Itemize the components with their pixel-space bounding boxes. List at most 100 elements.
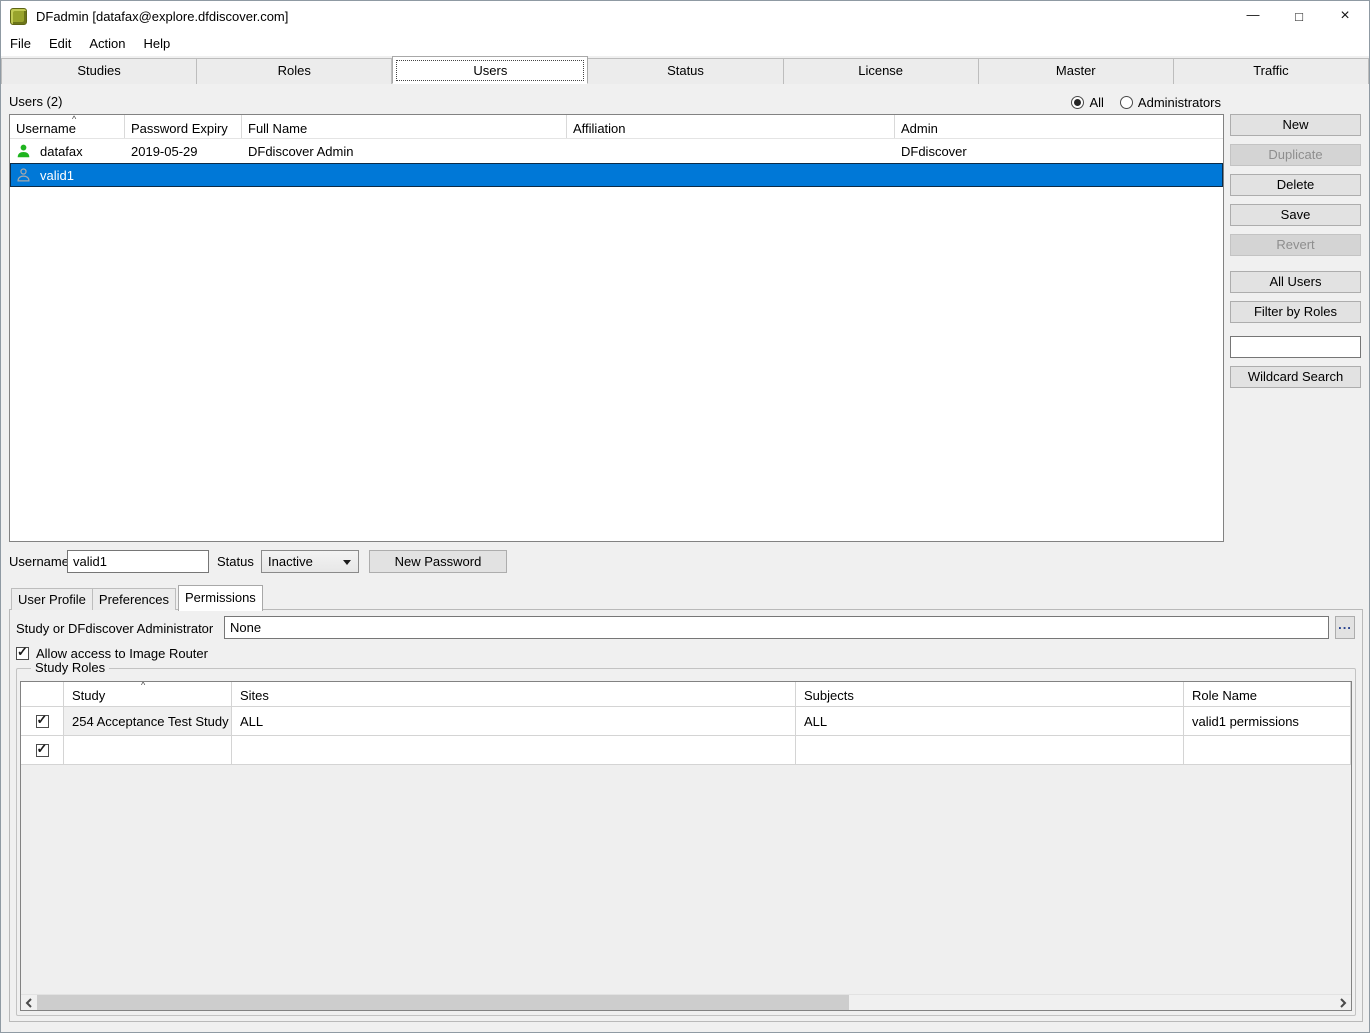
role-sites-cell[interactable] — [232, 736, 796, 765]
wildcard-search-input[interactable] — [1230, 336, 1361, 358]
cell-full-name: DFdiscover Admin — [242, 144, 567, 159]
tab-permissions[interactable]: Permissions — [178, 585, 263, 611]
scroll-right-icon[interactable] — [1335, 995, 1351, 1011]
tab-traffic[interactable]: Traffic — [1174, 58, 1369, 84]
tab-users-label: Users — [473, 63, 507, 78]
user-row-datafax[interactable]: datafax 2019-05-29 DFdiscover Admin DFdi… — [10, 139, 1223, 163]
col-header-study[interactable]: Study — [64, 682, 232, 706]
scroll-left-icon[interactable] — [21, 995, 37, 1011]
tab-studies[interactable]: Studies — [1, 58, 197, 84]
new-password-button[interactable]: New Password — [369, 550, 507, 573]
user-inactive-icon — [16, 167, 31, 183]
radio-all-label: All — [1089, 95, 1103, 110]
col-header-role-name[interactable]: Role Name — [1184, 682, 1351, 706]
study-roles-legend: Study Roles — [31, 660, 109, 675]
role-enabled-cell[interactable] — [21, 707, 64, 736]
scrollbar-thumb[interactable] — [37, 995, 849, 1011]
status-dropdown[interactable]: Inactive — [261, 550, 359, 573]
menu-file[interactable]: File — [1, 33, 40, 54]
image-router-row: Allow access to Image Router — [16, 646, 208, 661]
tab-roles[interactable]: Roles — [197, 58, 392, 84]
user-row-valid1[interactable]: valid1 — [10, 163, 1223, 187]
image-router-checkbox[interactable] — [16, 647, 29, 660]
tab-license[interactable]: License — [784, 58, 979, 84]
col-header-admin[interactable]: Admin — [895, 115, 1225, 138]
users-table: ^ Username Password Expiry Full Name Aff… — [9, 114, 1224, 542]
cell-username: valid1 — [10, 167, 125, 183]
study-roles-header: ^ Study Sites Subjects Role Name — [21, 682, 1351, 707]
username-text: valid1 — [40, 168, 74, 183]
cell-admin: DFdiscover — [895, 144, 1225, 159]
username-text: datafax — [40, 144, 83, 159]
col-header-affiliation[interactable]: Affiliation — [567, 115, 895, 138]
window-controls: — □ × — [1230, 1, 1368, 31]
radio-all-circle-icon — [1071, 96, 1084, 109]
sort-ascending-icon: ^ — [72, 115, 76, 124]
role-subjects-cell[interactable] — [796, 736, 1184, 765]
status-dropdown-value: Inactive — [268, 554, 313, 569]
new-button[interactable]: New — [1230, 114, 1361, 136]
window-title: DFadmin [datafax@explore.dfdiscover.com] — [36, 9, 288, 24]
horizontal-scrollbar[interactable] — [21, 994, 1351, 1010]
radio-administrators-circle-icon — [1120, 96, 1133, 109]
cell-username: datafax — [10, 143, 125, 159]
title-bar: DFadmin [datafax@explore.dfdiscover.com]… — [1, 1, 1369, 31]
role-checkbox[interactable] — [36, 744, 49, 757]
col-header-subjects[interactable]: Subjects — [796, 682, 1184, 706]
col-header-username[interactable]: Username — [10, 115, 125, 138]
duplicate-button[interactable]: Duplicate — [1230, 144, 1361, 166]
role-name-cell[interactable] — [1184, 736, 1351, 765]
dfadmin-window: DFadmin [datafax@explore.dfdiscover.com]… — [0, 0, 1370, 1033]
username-field-label: Username — [9, 554, 69, 569]
app-icon — [10, 8, 27, 25]
menu-bar: File Edit Action Help — [1, 31, 1369, 56]
maximize-button[interactable]: □ — [1276, 1, 1322, 31]
role-study-cell[interactable] — [64, 736, 232, 765]
tab-status[interactable]: Status — [588, 58, 783, 84]
chevron-down-icon — [343, 560, 351, 565]
col-header-sites[interactable]: Sites — [232, 682, 796, 706]
all-users-button[interactable]: All Users — [1230, 271, 1361, 293]
username-field[interactable] — [67, 550, 209, 573]
wildcard-search-button[interactable]: Wildcard Search — [1230, 366, 1361, 388]
menu-help[interactable]: Help — [135, 33, 180, 54]
col-header-full-name[interactable]: Full Name — [242, 115, 567, 138]
role-checkbox[interactable] — [36, 715, 49, 728]
users-table-header: ^ Username Password Expiry Full Name Aff… — [10, 115, 1223, 139]
role-enabled-cell[interactable] — [21, 736, 64, 765]
revert-button[interactable]: Revert — [1230, 234, 1361, 256]
role-name-cell[interactable]: valid1 permissions — [1184, 707, 1351, 736]
role-sites-cell[interactable]: ALL — [232, 707, 796, 736]
radio-all[interactable]: All — [1071, 95, 1103, 110]
role-subjects-cell[interactable]: ALL — [796, 707, 1184, 736]
user-active-icon — [16, 143, 31, 159]
col-header-enabled[interactable] — [21, 682, 64, 706]
tab-users[interactable]: Users — [392, 56, 588, 84]
filter-by-roles-button[interactable]: Filter by Roles — [1230, 301, 1361, 323]
menu-action[interactable]: Action — [80, 33, 134, 54]
study-roles-table: ^ Study Sites Subjects Role Name 254 Acc… — [20, 681, 1352, 1011]
main-tab-bar: Studies Roles Users Status License Maste… — [1, 56, 1369, 84]
tab-user-profile[interactable]: User Profile — [11, 588, 93, 610]
study-role-row: 254 Acceptance Test Study ALL ALL valid1… — [21, 707, 1351, 736]
close-button[interactable]: × — [1322, 1, 1368, 31]
menu-edit[interactable]: Edit — [40, 33, 80, 54]
col-header-password-expiry[interactable]: Password Expiry — [125, 115, 242, 138]
status-field-label: Status — [217, 554, 254, 569]
users-count-label: Users (2) — [9, 94, 62, 109]
tab-master[interactable]: Master — [979, 58, 1174, 84]
permissions-pane: Study or DFdiscover Administrator ... Al… — [9, 609, 1363, 1022]
user-filter-radios: All Administrators — [1071, 95, 1221, 110]
tab-preferences[interactable]: Preferences — [93, 588, 176, 610]
save-button[interactable]: Save — [1230, 204, 1361, 226]
minimize-button[interactable]: — — [1230, 1, 1276, 31]
radio-administrators-label: Administrators — [1138, 95, 1221, 110]
browse-button[interactable]: ... — [1335, 616, 1355, 639]
study-admin-field[interactable] — [224, 616, 1329, 639]
radio-administrators[interactable]: Administrators — [1120, 95, 1221, 110]
study-roles-group: Study Roles ^ Study Sites Subjects Role … — [16, 668, 1356, 1016]
sort-ascending-icon: ^ — [141, 681, 145, 690]
role-study-cell[interactable]: 254 Acceptance Test Study — [64, 707, 232, 736]
study-role-row — [21, 736, 1351, 765]
delete-button[interactable]: Delete — [1230, 174, 1361, 196]
